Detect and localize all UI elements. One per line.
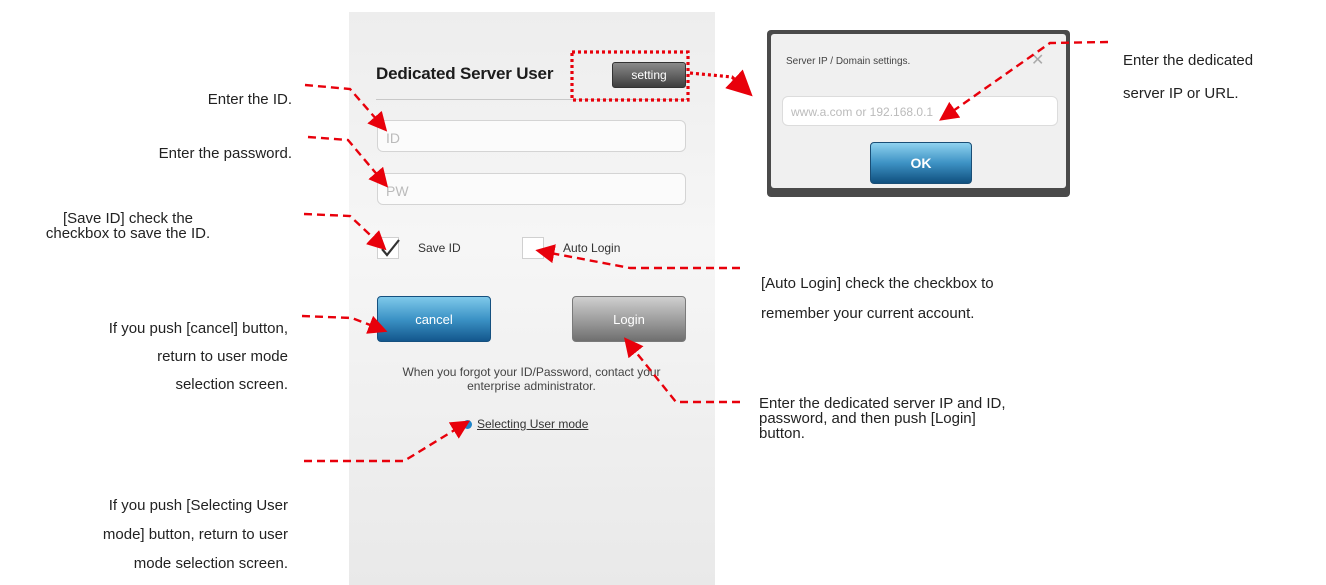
arrow-selecting-mode <box>304 420 471 463</box>
arrow-auto-login <box>535 244 740 270</box>
arrow-cancel <box>301 314 388 334</box>
arrow-server-ip <box>939 40 1109 121</box>
arrow-save-id <box>303 212 387 251</box>
arrow-login <box>623 337 740 404</box>
arrow-enter-password <box>307 135 389 188</box>
annotation-arrows <box>301 40 1109 463</box>
settings-highlight-box <box>570 50 690 102</box>
arrow-settings-to-dialog <box>689 69 753 97</box>
arrow-enter-id <box>304 83 388 132</box>
